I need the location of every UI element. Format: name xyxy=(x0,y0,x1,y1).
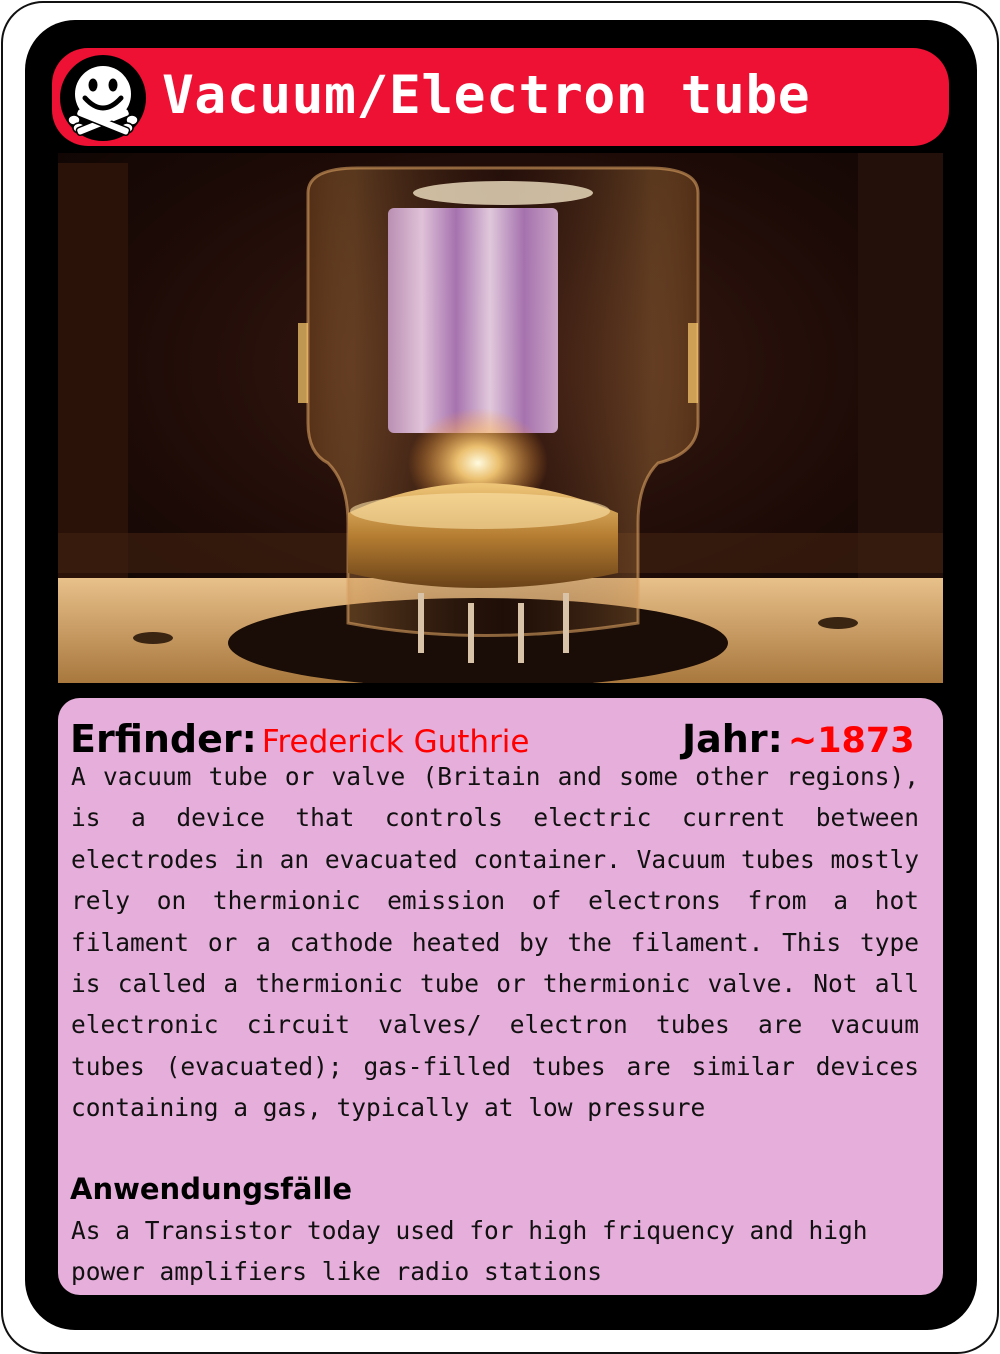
smiley-skull-icon xyxy=(58,53,148,143)
card-title: Vacuum/Electron tube xyxy=(162,65,811,126)
inventor-label: Erfinder: xyxy=(70,717,257,761)
year-value: ~1873 xyxy=(787,721,915,761)
uses-heading: Anwendungsfälle xyxy=(70,1172,352,1206)
uses-text: As a Transistor today used for high friq… xyxy=(71,1216,868,1287)
year-label: Jahr: xyxy=(682,717,783,761)
glowing-vacuum-tube-photo xyxy=(58,153,943,683)
inventor-value: Frederick Guthrie xyxy=(261,724,530,760)
description-text: A vacuum tube or valve (Britain and some… xyxy=(71,762,919,1123)
